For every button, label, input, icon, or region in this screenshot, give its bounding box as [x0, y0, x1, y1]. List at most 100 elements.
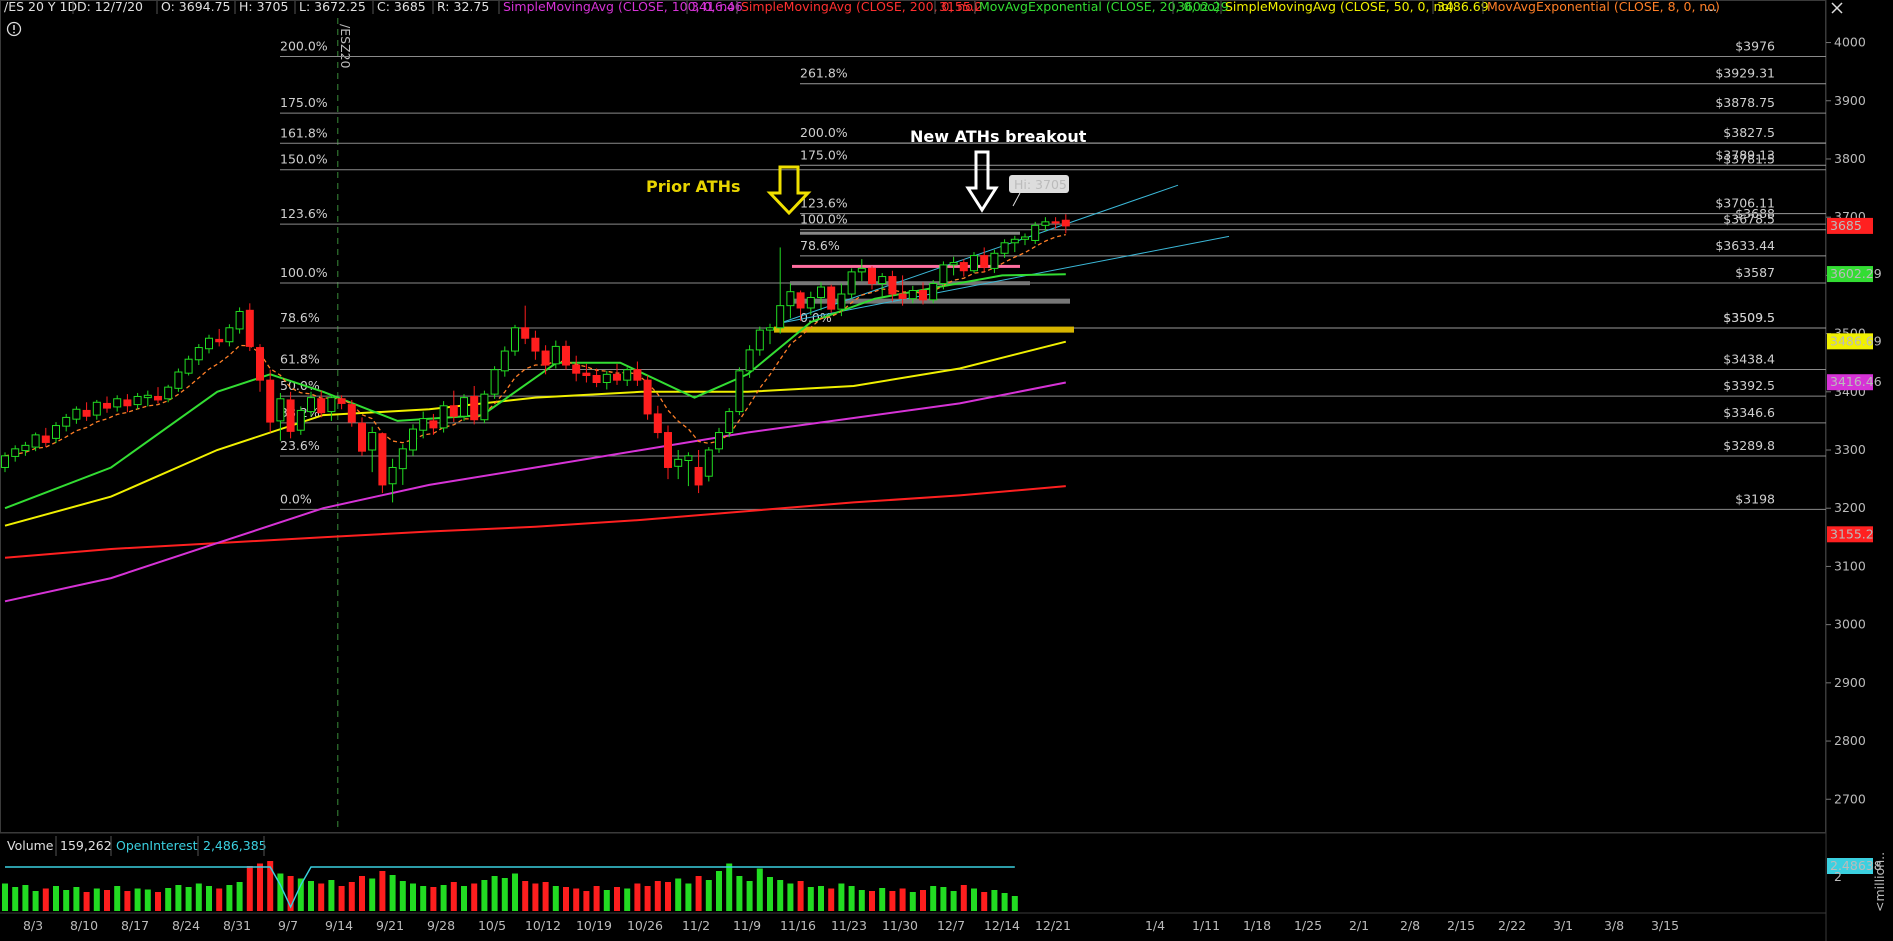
- candle[interactable]: [827, 284, 836, 313]
- candle[interactable]: [286, 391, 295, 439]
- candle[interactable]: [990, 249, 999, 274]
- candle[interactable]: [62, 413, 71, 432]
- candle[interactable]: [653, 405, 662, 439]
- volume-bar: [236, 882, 243, 911]
- candle[interactable]: [613, 363, 621, 385]
- candle[interactable]: [633, 361, 642, 386]
- candle[interactable]: [694, 450, 703, 494]
- candle[interactable]: [704, 447, 713, 482]
- candle[interactable]: [133, 392, 142, 410]
- candle[interactable]: [398, 444, 407, 485]
- candle[interactable]: [235, 307, 244, 334]
- candle[interactable]: [470, 385, 479, 425]
- candle[interactable]: [358, 417, 366, 456]
- candle-body: [704, 449, 713, 477]
- candle[interactable]: [715, 427, 723, 453]
- candle[interactable]: [511, 324, 519, 356]
- volume-bar: [767, 877, 773, 911]
- candle[interactable]: [388, 458, 397, 503]
- candle[interactable]: [959, 259, 968, 277]
- candle[interactable]: [174, 368, 183, 392]
- candle[interactable]: [521, 305, 530, 345]
- candle[interactable]: [490, 366, 499, 399]
- candle[interactable]: [868, 266, 876, 290]
- info-icon[interactable]: [6, 21, 22, 37]
- candle[interactable]: [113, 395, 122, 412]
- candle-body: [817, 286, 825, 299]
- candle-body: [827, 286, 836, 310]
- candle[interactable]: [225, 324, 234, 347]
- candle[interactable]: [888, 270, 897, 302]
- candle[interactable]: [643, 375, 652, 420]
- volume-bar: [828, 888, 835, 911]
- candle[interactable]: [592, 368, 601, 388]
- candle[interactable]: [215, 328, 224, 347]
- candle[interactable]: [1021, 233, 1029, 246]
- candle[interactable]: [776, 247, 785, 334]
- candle[interactable]: [52, 422, 60, 444]
- candle[interactable]: [31, 432, 40, 452]
- candle[interactable]: [266, 369, 275, 433]
- candle[interactable]: [684, 452, 693, 487]
- candle[interactable]: [409, 424, 417, 456]
- candle[interactable]: [296, 406, 305, 435]
- candle[interactable]: [205, 334, 213, 354]
- candle[interactable]: [72, 406, 81, 424]
- volume-bar: [879, 888, 886, 911]
- candle[interactable]: [11, 445, 20, 462]
- volume-bar: [685, 883, 692, 911]
- candle[interactable]: [123, 394, 132, 413]
- candle[interactable]: [1041, 217, 1050, 232]
- candle[interactable]: [1000, 239, 1009, 258]
- candle[interactable]: [419, 411, 428, 439]
- candle[interactable]: [766, 323, 774, 345]
- close-icon[interactable]: [1831, 2, 1843, 14]
- candle[interactable]: [970, 252, 978, 274]
- volume-bar: [675, 878, 682, 911]
- candle[interactable]: [562, 340, 570, 370]
- candle[interactable]: [1061, 214, 1070, 234]
- candle[interactable]: [735, 367, 744, 416]
- candle[interactable]: [378, 432, 387, 494]
- candle[interactable]: [276, 392, 285, 441]
- candle[interactable]: [1031, 221, 1040, 244]
- candle[interactable]: [500, 346, 509, 377]
- candle[interactable]: [92, 399, 101, 420]
- candle[interactable]: [82, 402, 91, 421]
- candle[interactable]: [725, 408, 734, 438]
- candle[interactable]: [664, 425, 672, 480]
- candle[interactable]: [245, 303, 254, 352]
- candle[interactable]: [602, 370, 611, 390]
- candle[interactable]: [103, 396, 111, 413]
- candlesticks[interactable]: [1, 214, 1070, 503]
- candle[interactable]: [327, 394, 336, 421]
- chart-root[interactable]: /ES 20 Y 1D D: 12/7/20 O: 3694.75 H: 3705 L:…: [0, 0, 1893, 941]
- candle[interactable]: [154, 387, 162, 404]
- candle[interactable]: [480, 390, 489, 424]
- candle[interactable]: [745, 345, 754, 378]
- candle[interactable]: [531, 330, 540, 360]
- candle[interactable]: [786, 283, 795, 319]
- price-tick-label: 2900: [1834, 675, 1866, 690]
- candle[interactable]: [143, 390, 152, 407]
- candle[interactable]: [623, 367, 632, 386]
- candle[interactable]: [194, 344, 203, 366]
- candle[interactable]: [551, 340, 560, 369]
- candle[interactable]: [439, 401, 448, 433]
- candle[interactable]: [847, 268, 856, 299]
- candle[interactable]: [857, 259, 866, 282]
- candle[interactable]: [21, 441, 30, 456]
- candle[interactable]: [41, 427, 50, 448]
- candle[interactable]: [674, 450, 683, 480]
- candle[interactable]: [184, 355, 193, 376]
- candle[interactable]: [368, 426, 377, 473]
- candle[interactable]: [1010, 235, 1019, 253]
- candle[interactable]: [755, 326, 764, 356]
- candle[interactable]: [817, 282, 825, 311]
- candle[interactable]: [929, 280, 938, 304]
- candle[interactable]: [541, 345, 550, 375]
- date-tick-label: 10/26: [627, 918, 663, 933]
- candle[interactable]: [256, 344, 264, 392]
- fib-price-2: $3678.5: [1723, 212, 1775, 227]
- candle[interactable]: [572, 355, 581, 382]
